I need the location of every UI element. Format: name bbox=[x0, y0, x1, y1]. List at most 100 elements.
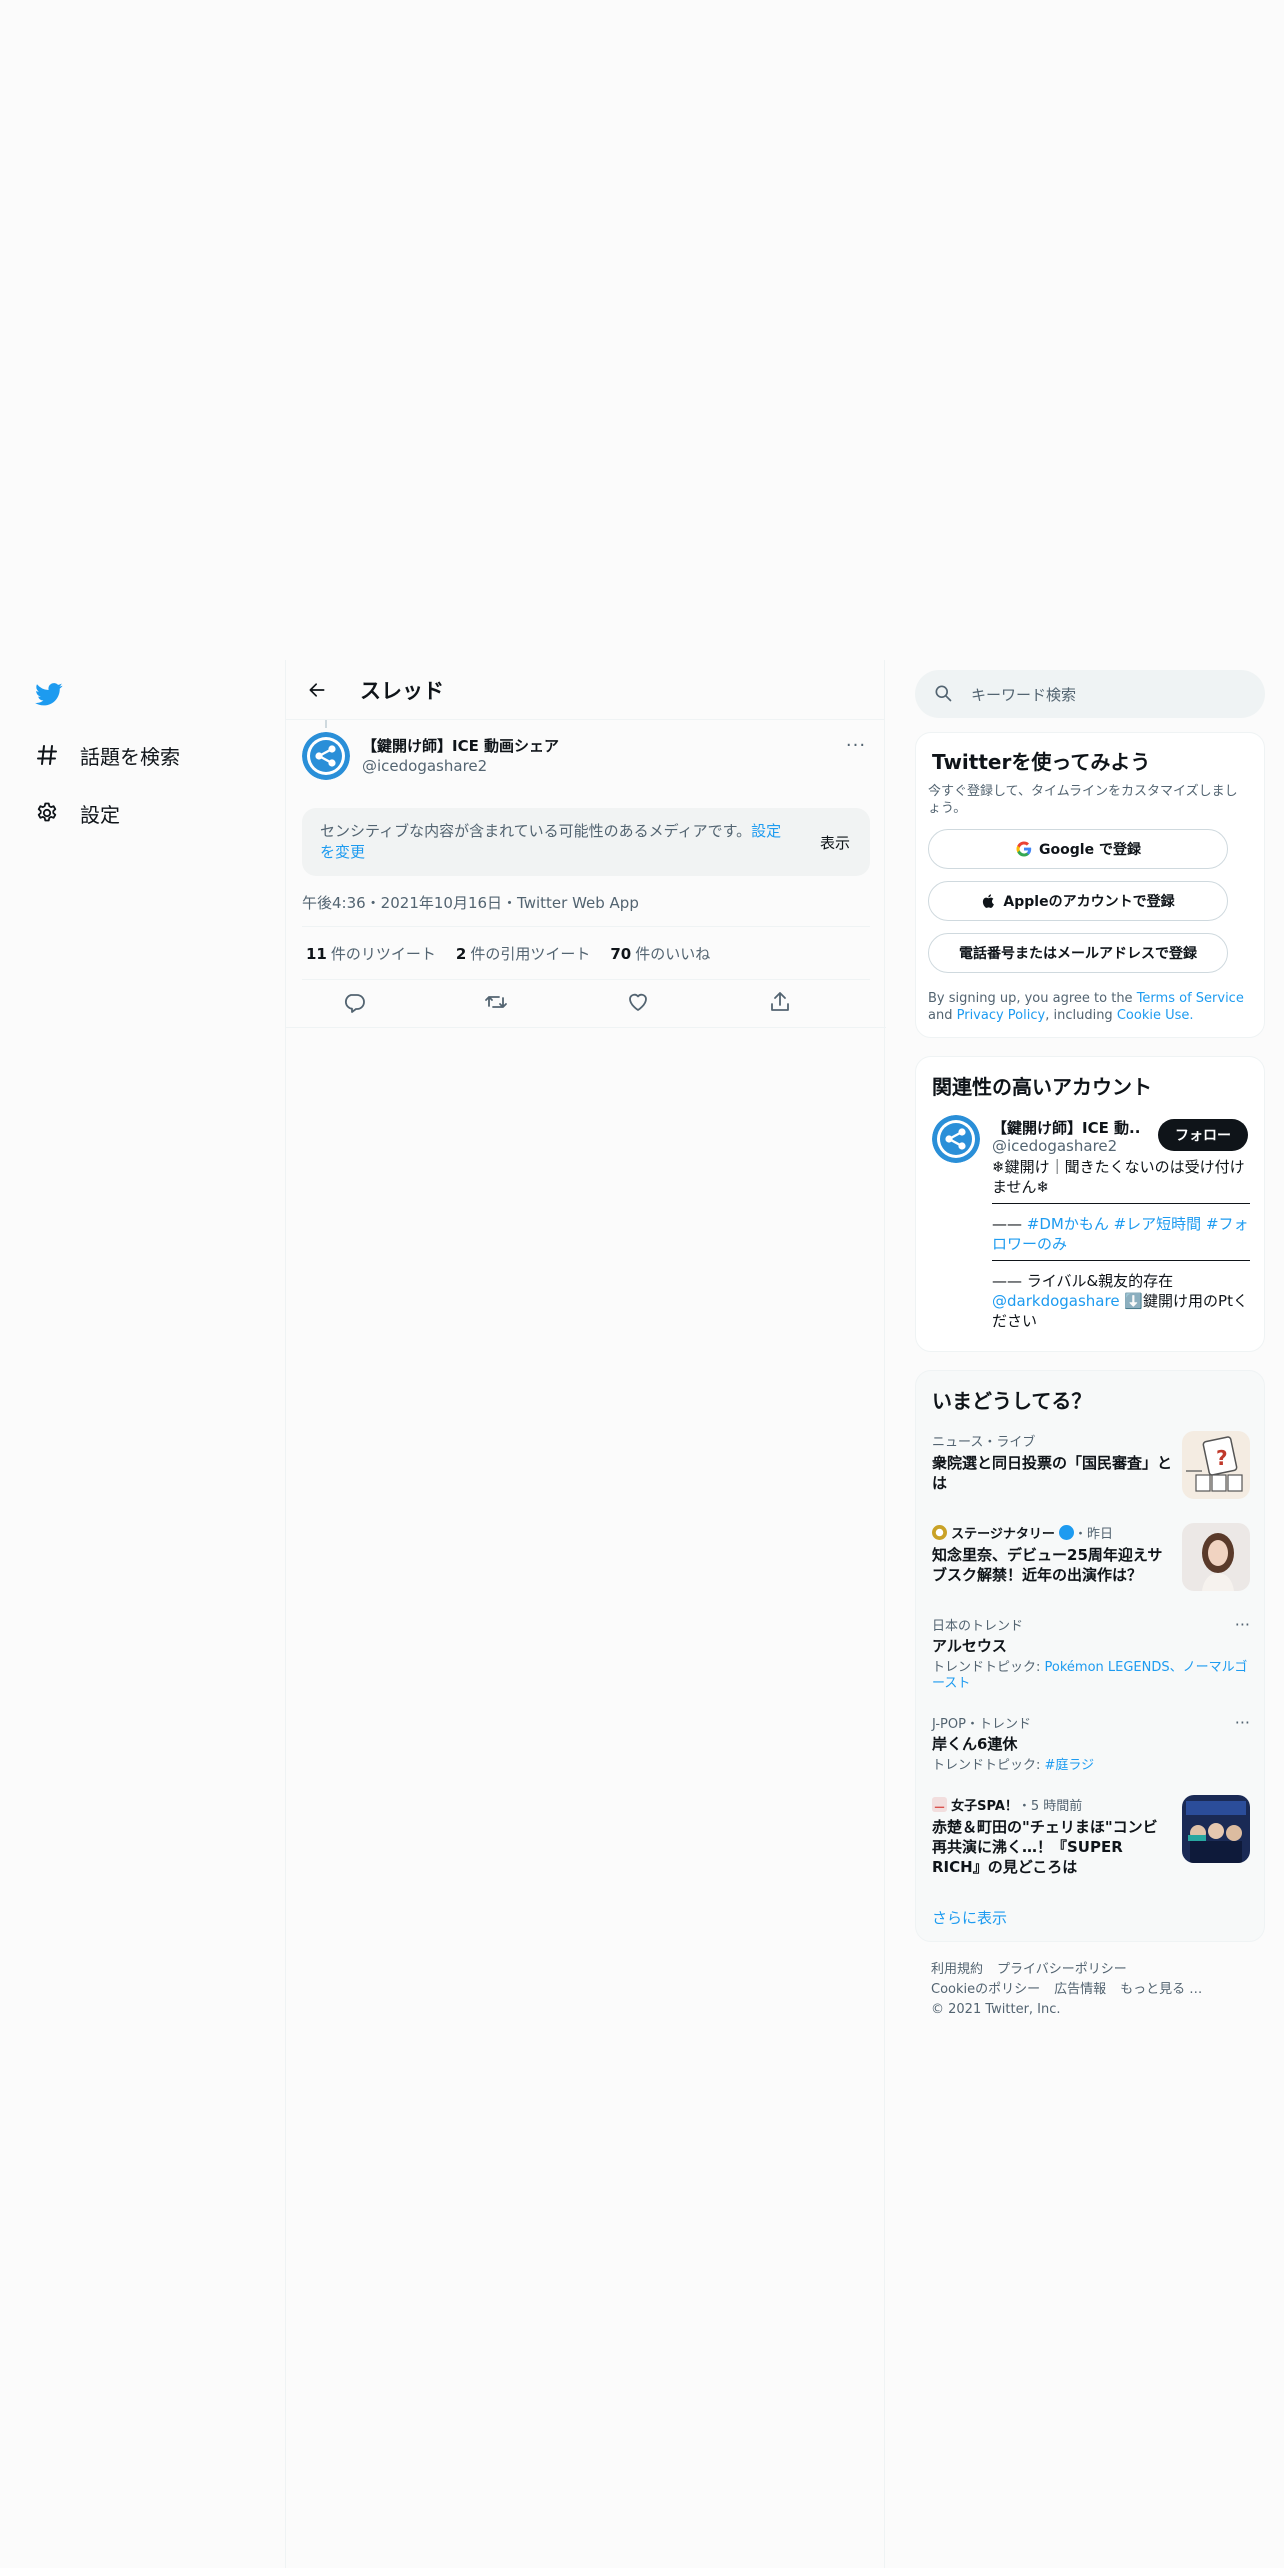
like-count-number: 70 bbox=[610, 944, 632, 963]
terms-and: and bbox=[928, 1008, 953, 1023]
reply-icon[interactable] bbox=[342, 990, 368, 1016]
sensitive-media-notice: センシティブな内容が含まれている可能性のあるメディアです。設定を変更 表示 bbox=[302, 808, 870, 876]
bio-line-1: ❄鍵開け｜聞きたくないのは受け付けません❄ bbox=[992, 1158, 1245, 1196]
author-name[interactable]: 【鍵開け師】ICE 動画シェア bbox=[362, 735, 559, 756]
trend-item[interactable]: ステージナタリー ・昨日 知念里奈、デビュー25周年迎えサブスク解禁！近年の出演… bbox=[932, 1523, 1250, 1591]
trend-topics-links[interactable]: #庭ラジ bbox=[1045, 1758, 1095, 1773]
trend-item[interactable]: 女子SPA！・5 時間前 赤楚＆町田の"チェリまほ"コンビ再共演に沸く…！『SU… bbox=[932, 1795, 1250, 1877]
cookie-use-link[interactable]: Cookie Use. bbox=[1117, 1008, 1194, 1023]
trend-title: 衆院選と同日投票の「国民審査」とは bbox=[932, 1454, 1173, 1492]
verified-badge-icon bbox=[1059, 1525, 1075, 1540]
trends-title: いまどうしてる？ bbox=[932, 1389, 1092, 1413]
tweet-timestamp[interactable]: 午後4:36・2021年10月16日・Twitter Web App bbox=[302, 892, 639, 913]
like-icon[interactable] bbox=[626, 990, 652, 1016]
trend-topics: トレンドトピック: #庭ラジ bbox=[932, 1758, 1250, 1774]
suggested-account-handle[interactable]: @icedogashare2 bbox=[992, 1137, 1117, 1155]
trend-time: ・5 時間前 bbox=[1017, 1799, 1083, 1814]
trend-item[interactable]: ニュース・ライブ 衆院選と同日投票の「国民審査」とは ? bbox=[932, 1431, 1250, 1499]
footer-links-row-1: 利用規約 プライバシーポリシー bbox=[931, 1960, 1251, 1980]
bio-line-3-prefix: —— ライバル&親友的存在 bbox=[992, 1272, 1174, 1290]
back-arrow-icon[interactable] bbox=[300, 673, 334, 707]
bio-divider bbox=[992, 1203, 1250, 1204]
like-count-label: 件のいいね bbox=[635, 944, 711, 963]
nav-settings-label: 設定 bbox=[80, 802, 120, 827]
share-icon[interactable] bbox=[768, 990, 794, 1016]
trend-topics-label: トレンドトピック: bbox=[932, 1758, 1045, 1773]
twitter-bird-icon[interactable] bbox=[33, 680, 65, 708]
trend-more-icon[interactable]: ··· bbox=[1235, 1713, 1250, 1732]
privacy-policy-link[interactable]: Privacy Policy bbox=[957, 1008, 1046, 1023]
signup-terms: By signing up, you agree to the Terms of… bbox=[928, 990, 1258, 1024]
search-input[interactable]: キーワード検索 bbox=[915, 670, 1265, 718]
gear-icon bbox=[34, 800, 60, 826]
trends-card: いまどうしてる？ ニュース・ライブ 衆院選と同日投票の「国民審査」とは ? ステ… bbox=[915, 1370, 1265, 1942]
trend-source: 女子SPA！ bbox=[951, 1799, 1018, 1814]
quote-count-label: 件の引用ツイート bbox=[470, 944, 591, 963]
like-count[interactable]: 70 件のいいね bbox=[610, 943, 710, 964]
more-options-icon[interactable]: ··· bbox=[844, 735, 868, 757]
footer-more-link[interactable]: もっと見る … bbox=[1120, 1982, 1202, 1997]
bio-mention-link[interactable]: @darkdogashare bbox=[992, 1292, 1120, 1310]
retweet-icon[interactable] bbox=[484, 990, 510, 1016]
trend-title: 知念里奈、デビュー25周年迎えサブスク解禁！近年の出演作は？ bbox=[932, 1546, 1163, 1584]
signup-card: Twitterを使ってみよう 今すぐ登録して、タイムラインをカスタマイズしましょ… bbox=[915, 732, 1265, 1038]
retweet-count[interactable]: 11 件のリツイート bbox=[306, 943, 436, 964]
terms-prefix: By signing up, you agree to the bbox=[928, 991, 1133, 1006]
trend-title: アルセウス bbox=[932, 1637, 1007, 1655]
phone-email-signup-button[interactable]: 電話番号またはメールアドレスで登録 bbox=[928, 933, 1228, 973]
author-handle[interactable]: @icedogashare2 bbox=[362, 757, 487, 775]
bio-divider bbox=[992, 1260, 1250, 1261]
trend-time: ・昨日 bbox=[1074, 1527, 1114, 1542]
phone-email-signup-label: 電話番号またはメールアドレスで登録 bbox=[959, 946, 1197, 962]
trend-item[interactable]: J-POP・トレンド 岸くん6連休 トレンドトピック: #庭ラジ ··· bbox=[932, 1713, 1250, 1774]
footer-privacy-link[interactable]: プライバシーポリシー bbox=[997, 1962, 1127, 1977]
suggested-account-name[interactable]: 【鍵開け師】ICE 動... bbox=[992, 1117, 1140, 1138]
source-avatar-icon bbox=[932, 1797, 947, 1814]
trend-title: 赤楚＆町田の"チェリまほ"コンビ再共演に沸く…！『SUPER RICH』の見どこ… bbox=[932, 1818, 1158, 1876]
sensitive-message: センシティブな内容が含まれている可能性のあるメディアです。 bbox=[320, 822, 752, 840]
quote-count-number: 2 bbox=[455, 944, 467, 963]
trend-item[interactable]: 日本のトレンド アルセウス トレンドトピック: Pokémon LEGENDS、… bbox=[932, 1615, 1250, 1692]
google-icon bbox=[1015, 840, 1033, 858]
trends-show-more-link[interactable]: さらに表示 bbox=[932, 1907, 1007, 1928]
nav-explore[interactable]: 話題を検索 bbox=[34, 737, 180, 773]
trend-context: J-POP・トレンド bbox=[932, 1717, 1031, 1732]
trend-context: 日本のトレンド bbox=[932, 1619, 1024, 1634]
svg-text:?: ? bbox=[1216, 1446, 1228, 1470]
retweet-count-label: 件のリツイート bbox=[330, 944, 436, 963]
bio-line-2-prefix: —— bbox=[992, 1215, 1027, 1233]
google-signup-button[interactable]: Google で登録 bbox=[928, 829, 1228, 869]
search-placeholder: キーワード検索 bbox=[971, 686, 1077, 704]
apple-signup-button[interactable]: Appleのアカウントで登録 bbox=[928, 881, 1228, 921]
trend-more-icon[interactable]: ··· bbox=[1235, 1615, 1250, 1634]
google-signup-label: Google で登録 bbox=[1039, 842, 1141, 858]
quote-count[interactable]: 2 件の引用ツイート bbox=[456, 943, 590, 964]
trend-topics-label: トレンドトピック: bbox=[932, 1660, 1045, 1675]
trend-thumbnail: ? bbox=[1182, 1431, 1250, 1499]
trend-thumbnail bbox=[1182, 1795, 1250, 1863]
footer-terms-link[interactable]: 利用規約 bbox=[931, 1962, 983, 1977]
suggested-account-avatar[interactable] bbox=[932, 1115, 980, 1163]
terms-including: , including bbox=[1045, 1008, 1113, 1023]
source-avatar-icon bbox=[932, 1525, 947, 1542]
hashtag-icon bbox=[34, 742, 60, 768]
follow-button[interactable]: フォロー bbox=[1158, 1119, 1248, 1151]
footer-cookie-link[interactable]: Cookieのポリシー bbox=[931, 1982, 1040, 1997]
search-icon bbox=[933, 683, 955, 705]
bio-hashtags[interactable]: #DMかもん #レア短時間 #フォロワーのみ bbox=[992, 1215, 1249, 1253]
footer-links-row-2: Cookieのポリシー 広告情報 もっと見る … bbox=[931, 1980, 1251, 2000]
show-media-button[interactable]: 表示 bbox=[820, 832, 850, 853]
trend-thumbnail bbox=[1182, 1523, 1250, 1591]
author-avatar[interactable] bbox=[302, 732, 350, 780]
trend-topics: トレンドトピック: Pokémon LEGENDS、ノーマルゴースト bbox=[932, 1660, 1250, 1692]
footer-copyright: © 2021 Twitter, Inc. bbox=[931, 2002, 1061, 2017]
who-to-follow-title: 関連性の高いアカウント bbox=[932, 1075, 1152, 1099]
terms-of-service-link[interactable]: Terms of Service bbox=[1137, 991, 1244, 1006]
nav-explore-label: 話題を検索 bbox=[80, 744, 180, 769]
trend-title: 岸くん6連休 bbox=[932, 1735, 1018, 1753]
page: 話題を検索 設定 スレッド 【鍵開け師】ICE 動画シェア @icedogash… bbox=[0, 0, 1284, 2568]
tweet-actions bbox=[286, 980, 886, 1028]
footer-ads-link[interactable]: 広告情報 bbox=[1054, 1982, 1106, 1997]
thread-connector-line bbox=[325, 720, 327, 728]
nav-settings[interactable]: 設定 bbox=[34, 795, 120, 831]
